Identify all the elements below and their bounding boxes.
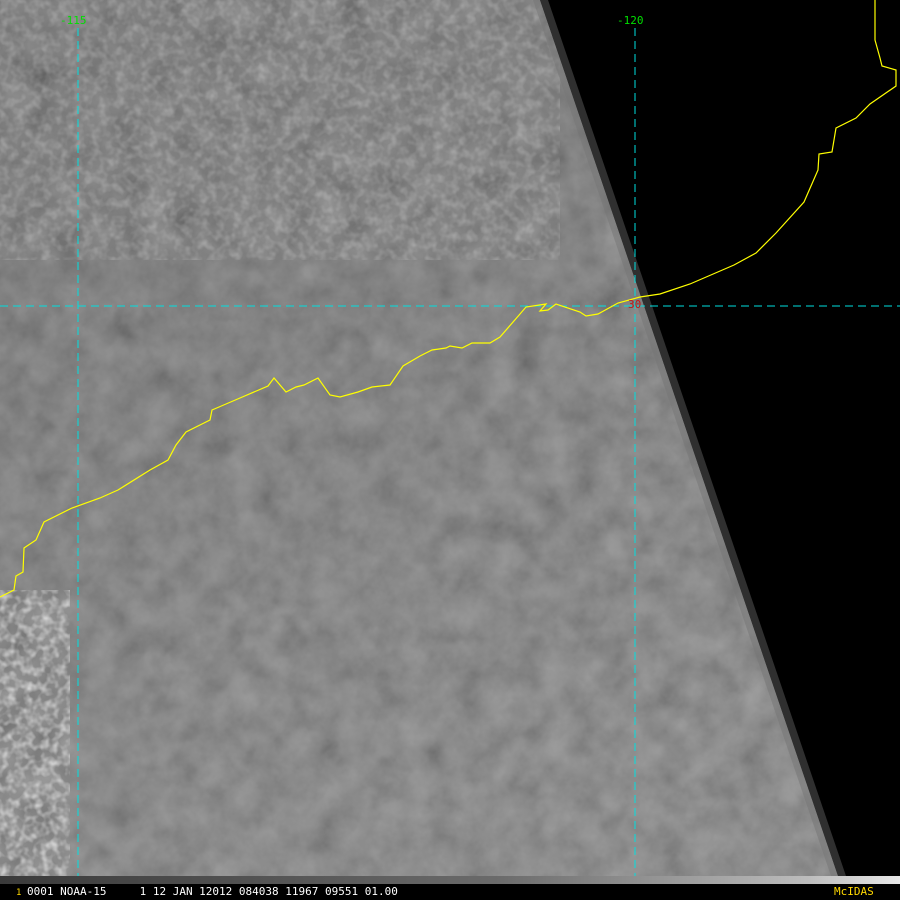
grayscale-bar <box>0 876 900 884</box>
longitude-label-right: -120 <box>617 14 644 27</box>
longitude-label-left: -115 <box>60 14 87 27</box>
satellite-image-frame: -115 -120 30 1 0001 NOAA-15 1 12 JAN 120… <box>0 0 900 900</box>
satellite-map <box>0 0 900 876</box>
frame-number: 1 <box>16 888 22 898</box>
latitude-label: 30 <box>628 298 642 311</box>
image-info-text: 0001 NOAA-15 1 12 JAN 12012 084038 11967… <box>27 885 398 898</box>
product-label: McIDAS <box>834 885 874 898</box>
